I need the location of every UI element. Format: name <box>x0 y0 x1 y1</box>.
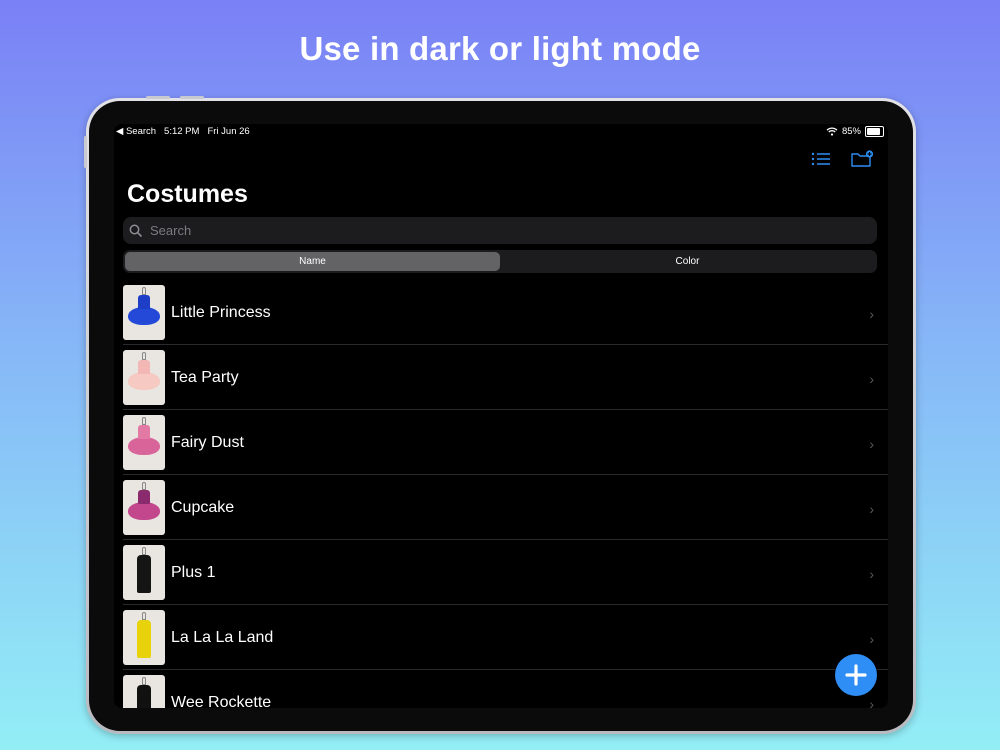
chevron-right-icon: › <box>869 501 874 517</box>
costume-name: Cupcake <box>171 498 235 516</box>
back-to-search-link[interactable]: ◀ Search <box>116 126 156 137</box>
costume-thumbnail <box>123 480 165 535</box>
list-item[interactable]: Plus 1 › <box>123 540 888 605</box>
chevron-right-icon: › <box>869 566 874 582</box>
costume-shape <box>137 620 151 658</box>
list-icon[interactable] <box>810 150 834 168</box>
segment-name[interactable]: Name <box>125 252 500 271</box>
hanger-icon <box>142 352 146 360</box>
costume-skirt <box>128 502 160 520</box>
costume-name: Fairy Dust <box>171 433 244 451</box>
costume-thumbnail <box>123 350 165 405</box>
costume-thumbnail <box>123 675 165 708</box>
costume-name: Tea Party <box>171 368 239 386</box>
page-title: Costumes <box>127 180 248 208</box>
costume-bodice <box>138 295 150 309</box>
search-icon <box>129 224 142 237</box>
hanger-icon <box>142 417 146 425</box>
list-item[interactable]: Fairy Dust › <box>123 410 888 475</box>
status-date: Fri Jun 26 <box>207 126 250 137</box>
battery-percent: 85% <box>841 126 861 137</box>
status-time: 5:12 PM <box>164 126 200 137</box>
app-screen: ◀ Search 5:12 PM Fri Jun 26 85% Costumes… <box>114 124 888 708</box>
chevron-right-icon: › <box>869 371 874 387</box>
costume-skirt <box>128 307 160 325</box>
marketing-headline: Use in dark or light mode <box>299 30 701 67</box>
costume-bodice <box>138 490 150 504</box>
hanger-icon <box>142 677 146 685</box>
costume-thumbnail <box>123 285 165 340</box>
costume-thumbnail <box>123 415 165 470</box>
chevron-right-icon: › <box>869 436 874 452</box>
battery-icon <box>865 126 884 137</box>
chevron-right-icon: › <box>869 696 874 708</box>
costume-bodice <box>138 425 150 439</box>
wifi-icon <box>826 127 838 136</box>
costume-skirt <box>128 437 160 455</box>
costume-name: Little Princess <box>171 303 271 321</box>
nav-bar-actions <box>810 150 874 168</box>
hanger-icon <box>142 482 146 490</box>
costume-name: Plus 1 <box>171 563 216 581</box>
costume-thumbnail <box>123 610 165 665</box>
costume-shape <box>137 555 151 593</box>
costume-thumbnail <box>123 545 165 600</box>
folder-add-icon[interactable] <box>850 150 874 168</box>
list-item[interactable]: Tea Party › <box>123 345 888 410</box>
list-item[interactable]: Cupcake › <box>123 475 888 540</box>
list-item[interactable]: La La La Land › <box>123 605 888 670</box>
battery-level <box>867 128 880 135</box>
status-bar: ◀ Search 5:12 PM Fri Jun 26 85% <box>114 126 888 140</box>
top-button <box>84 136 87 168</box>
costume-name: Wee Rockette <box>171 693 272 709</box>
hanger-icon <box>142 547 146 555</box>
sort-segmented-control: Name Color <box>123 250 877 273</box>
list-item[interactable]: Wee Rockette › <box>123 670 888 708</box>
chevron-right-icon: › <box>869 306 874 322</box>
costume-skirt <box>128 372 160 390</box>
search-input[interactable] <box>148 222 877 239</box>
costume-bodice <box>138 360 150 374</box>
hanger-icon <box>142 612 146 620</box>
costume-name: La La La Land <box>171 628 274 646</box>
segment-color[interactable]: Color <box>500 252 875 271</box>
costume-shape <box>137 685 151 708</box>
add-costume-button[interactable] <box>835 654 877 696</box>
costume-list: Little Princess › Tea Party › Fairy Dust › Cup… <box>123 280 888 708</box>
search-bar[interactable] <box>123 217 877 244</box>
volume-button <box>180 96 204 99</box>
plus-icon <box>845 664 867 686</box>
chevron-right-icon: › <box>869 631 874 647</box>
hanger-icon <box>142 287 146 295</box>
volume-button <box>146 96 170 99</box>
list-item[interactable]: Little Princess › <box>123 280 888 345</box>
